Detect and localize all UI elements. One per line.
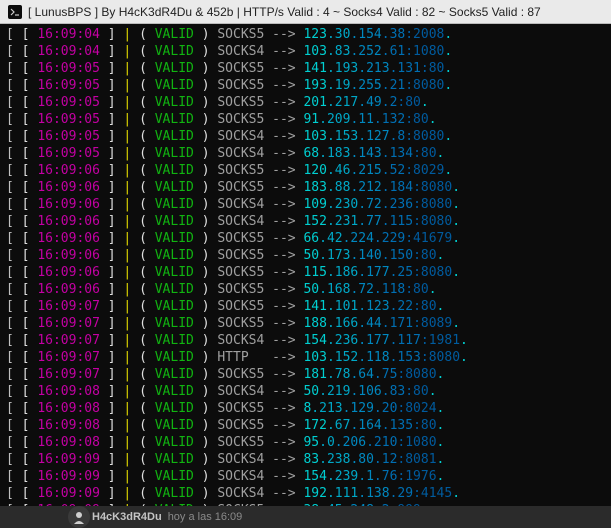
log-line: [ [ 16:09:07 ] | ( VALID ) SOCKS5 --> 14… [6,298,605,315]
log-line: [ [ 16:09:05 ] | ( VALID ) SOCKS4 --> 10… [6,128,605,145]
log-line: [ [ 16:09:06 ] | ( VALID ) SOCKS4 --> 15… [6,213,605,230]
log-line: [ [ 16:09:04 ] | ( VALID ) SOCKS5 --> 12… [6,26,605,43]
log-line: [ [ 16:09:08 ] | ( VALID ) SOCKS5 --> 17… [6,417,605,434]
footer-username: H4cK3dR4Du [92,511,162,523]
log-line: [ [ 16:09:08 ] | ( VALID ) SOCKS4 --> 50… [6,383,605,400]
log-line: [ [ 16:09:06 ] | ( VALID ) SOCKS5 --> 66… [6,230,605,247]
discord-footer: H4cK3dR4Du hoy a las 16:09 [0,506,611,528]
window-title: [ LunusBPS ] By H4cK3dR4Du & 452b | HTTP… [28,5,541,19]
log-line: [ [ 16:09:06 ] | ( VALID ) SOCKS5 --> 50… [6,281,605,298]
log-line: [ [ 16:09:07 ] | ( VALID ) SOCKS4 --> 15… [6,332,605,349]
window-titlebar[interactable]: [ LunusBPS ] By H4cK3dR4Du & 452b | HTTP… [0,0,611,24]
log-line: [ [ 16:09:06 ] | ( VALID ) SOCKS5 --> 50… [6,247,605,264]
footer-time: hoy a las 16:09 [168,511,243,523]
app-icon [8,5,22,19]
terminal-body[interactable]: [ [ 16:09:04 ] | ( VALID ) SOCKS5 --> 12… [0,24,611,512]
log-line: [ [ 16:09:07 ] | ( VALID ) SOCKS5 --> 18… [6,366,605,383]
log-line: [ [ 16:09:05 ] | ( VALID ) SOCKS5 --> 91… [6,111,605,128]
log-line: [ [ 16:09:06 ] | ( VALID ) SOCKS4 --> 10… [6,196,605,213]
log-line: [ [ 16:09:05 ] | ( VALID ) SOCKS5 --> 20… [6,94,605,111]
log-line: [ [ 16:09:09 ] | ( VALID ) SOCKS4 --> 15… [6,468,605,485]
log-line: [ [ 16:09:05 ] | ( VALID ) SOCKS5 --> 19… [6,77,605,94]
log-line: [ [ 16:09:04 ] | ( VALID ) SOCKS4 --> 10… [6,43,605,60]
log-line: [ [ 16:09:08 ] | ( VALID ) SOCKS5 --> 8.… [6,400,605,417]
terminal-window: [ LunusBPS ] By H4cK3dR4Du & 452b | HTTP… [0,0,611,528]
log-line: [ [ 16:09:07 ] | ( VALID ) SOCKS5 --> 18… [6,315,605,332]
log-line: [ [ 16:09:06 ] | ( VALID ) SOCKS5 --> 11… [6,264,605,281]
log-line: [ [ 16:09:08 ] | ( VALID ) SOCKS5 --> 95… [6,434,605,451]
log-line: [ [ 16:09:07 ] | ( VALID ) HTTP --> 103.… [6,349,605,366]
log-line: [ [ 16:09:09 ] | ( VALID ) SOCKS4 --> 83… [6,451,605,468]
log-line: [ [ 16:09:06 ] | ( VALID ) SOCKS5 --> 12… [6,162,605,179]
log-line: [ [ 16:09:05 ] | ( VALID ) SOCKS5 --> 14… [6,60,605,77]
avatar [68,506,90,528]
log-line: [ [ 16:09:09 ] | ( VALID ) SOCKS4 --> 19… [6,485,605,502]
log-line: [ [ 16:09:05 ] | ( VALID ) SOCKS4 --> 68… [6,145,605,162]
log-line: [ [ 16:09:06 ] | ( VALID ) SOCKS5 --> 18… [6,179,605,196]
